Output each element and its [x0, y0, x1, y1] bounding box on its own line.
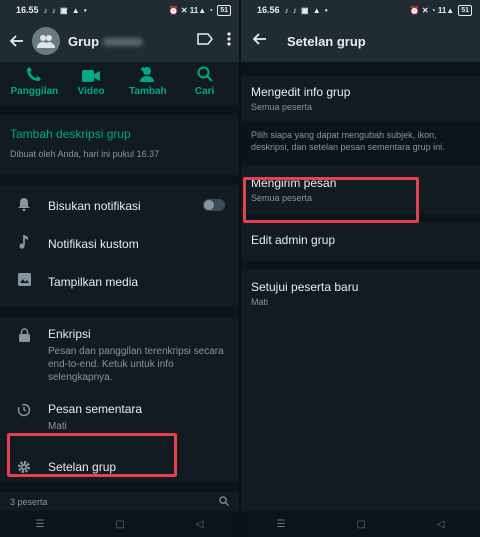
media-visibility-row[interactable]: Tampilkan media: [0, 273, 239, 299]
encryption-label: Enkripsi: [48, 327, 91, 341]
disappearing-status: Mati: [48, 421, 67, 432]
call-button[interactable]: Panggilan: [7, 64, 61, 97]
add-description-link[interactable]: Tambah deskripsi grup: [10, 127, 229, 141]
search-button-label: Cari: [194, 86, 215, 97]
battery-indicator: 51: [458, 4, 472, 16]
divider: [0, 105, 239, 115]
status-bar: 16.55 ♪ ♪ ▣ ▲ • ⏰ ✕ 11▲ ◔ 51: [0, 0, 239, 20]
disappearing-messages-row[interactable]: Pesan sementara Mati: [0, 402, 239, 433]
search-icon[interactable]: [219, 496, 229, 508]
divider: [241, 261, 480, 269]
action-row: Panggilan Video Tambah Cari: [0, 62, 239, 105]
group-title[interactable]: Grup: [68, 33, 144, 49]
group-avatar[interactable]: [32, 27, 60, 55]
custom-notifications-row[interactable]: Notifikasi kustom: [0, 235, 239, 261]
lock-icon: [14, 328, 34, 342]
status-time: 16.56: [257, 5, 280, 15]
approve-value: Mati: [251, 297, 269, 307]
back-nav-icon[interactable]: ◁: [437, 519, 445, 530]
back-nav-icon[interactable]: ◁: [196, 519, 204, 530]
phone-icon: [26, 64, 42, 82]
mute-label: Bisukan notifikasi: [48, 199, 141, 213]
home-icon[interactable]: ▢: [356, 519, 365, 530]
back-arrow-icon[interactable]: [252, 32, 267, 51]
edit-group-info-setting[interactable]: Mengedit info grup Semua peserta: [241, 76, 480, 121]
add-member-button[interactable]: Tambah: [121, 64, 175, 97]
music-note-icon: [14, 235, 34, 249]
status-time: 16.55: [16, 5, 39, 15]
disappearing-label: Pesan sementara: [48, 402, 143, 416]
encryption-row[interactable]: Enkripsi Pesan dan panggilan terenkripsi…: [0, 327, 239, 384]
media-label: Tampilkan media: [48, 275, 139, 289]
mute-toggle[interactable]: [203, 199, 225, 211]
highlight-box: [7, 433, 177, 477]
settings-note: Pilih siapa yang dapat mengubah subjek, …: [241, 121, 480, 165]
search-button[interactable]: Cari: [178, 64, 232, 97]
encryption-description: Pesan dan panggilan terenkripsi secara e…: [48, 346, 224, 383]
custom-notif-label: Notifikasi kustom: [48, 237, 139, 251]
edit-info-label: Mengedit info grup: [251, 85, 351, 99]
battery-indicator: 51: [217, 4, 231, 16]
recents-icon[interactable]: ☰: [35, 519, 44, 530]
status-bar: 16.56 ♪ ♪ ▣ ▲ • ⏰ ✕ ◔ 11▲ 51: [241, 0, 480, 20]
add-person-icon: [139, 64, 157, 82]
recents-icon[interactable]: ☰: [276, 519, 285, 530]
status-icons: ♪ ♪ ▣ ▲ •: [43, 5, 88, 15]
created-by-text: Dibuat oleh Anda, hari ini pukul 16.37: [10, 149, 160, 159]
edit-admins-label: Edit admin grup: [251, 233, 336, 247]
add-member-button-label: Tambah: [129, 86, 167, 97]
approve-members-setting[interactable]: Setujui peserta baru Mati: [241, 269, 480, 316]
back-arrow-icon[interactable]: [8, 32, 26, 50]
status-icons: ♪ ♪ ▣ ▲ •: [284, 5, 329, 15]
video-icon: [82, 64, 101, 82]
more-options-icon[interactable]: [227, 31, 231, 51]
divider: [0, 307, 239, 317]
approve-label: Setujui peserta baru: [251, 280, 359, 294]
label-icon[interactable]: [197, 32, 213, 50]
timer-icon: [14, 403, 34, 417]
divider: [0, 175, 239, 185]
video-button-label: Video: [77, 86, 105, 97]
image-icon: [14, 273, 34, 286]
home-icon[interactable]: ▢: [115, 519, 124, 530]
status-system-icons: ⏰ ✕ ◔ 11▲: [409, 5, 455, 15]
group-info-screen: 16.55 ♪ ♪ ▣ ▲ • ⏰ ✕ 11▲ ◔ 51 Grup Panggi…: [0, 0, 239, 537]
status-system-icons: ⏰ ✕ 11▲ ◔: [168, 5, 214, 15]
group-description[interactable]: Tambah deskripsi grup Dibuat oleh Anda, …: [0, 115, 239, 175]
system-nav-bar: ☰ ▢ ◁: [241, 511, 480, 537]
page-title: Setelan grup: [287, 33, 366, 49]
redacted-name: [103, 38, 144, 47]
mute-notifications-row[interactable]: Bisukan notifikasi: [0, 197, 239, 223]
app-bar: Setelan grup: [241, 20, 480, 62]
search-icon: [197, 64, 213, 82]
divider: [241, 62, 480, 76]
group-name: Grup: [68, 33, 100, 49]
call-button-label: Panggilan: [10, 86, 59, 97]
system-nav-bar: ☰ ▢ ◁: [0, 511, 239, 537]
group-settings-screen: 16.56 ♪ ♪ ▣ ▲ • ⏰ ✕ ◔ 11▲ 51 Setelan gru…: [241, 0, 480, 537]
highlight-box: [243, 177, 419, 223]
bell-icon: [14, 197, 34, 211]
participants-count: 3 peserta: [10, 497, 48, 507]
video-button[interactable]: Video: [64, 64, 118, 97]
group-icon: [37, 35, 55, 48]
edit-info-value: Semua peserta: [251, 102, 313, 112]
app-bar: Grup: [0, 20, 239, 62]
edit-admins-setting[interactable]: Edit admin grup: [241, 222, 480, 261]
